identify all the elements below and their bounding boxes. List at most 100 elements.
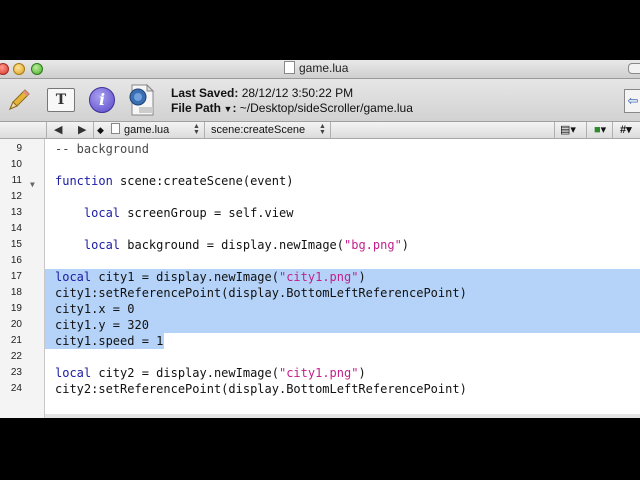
code-text: local background = display.newImage("bg.…	[55, 237, 409, 253]
code-line[interactable]: 11 ▼ function scene:createScene(event)	[0, 173, 640, 189]
last-saved-value: 28/12/12 3:50:22 PM	[241, 86, 354, 100]
line-number: 19	[10, 303, 22, 314]
text-options-icon: T	[55, 92, 67, 108]
code-text: local city2 = display.newImage("city1.pn…	[55, 365, 366, 381]
code-keyword: local	[83, 206, 121, 220]
code-line[interactable]: 24 city2:setReferencePoint(display.Bottom…	[0, 381, 640, 397]
previous-arrow-icon[interactable]: ◀	[54, 123, 62, 137]
line-number: 14	[10, 223, 22, 234]
markers-menu-icon[interactable]: ▤▾	[560, 123, 576, 137]
function-popup[interactable]: scene:createScene	[211, 123, 305, 137]
document-icon	[111, 123, 120, 134]
code-keyword: function	[55, 174, 113, 188]
code-string: "bg.png"	[344, 238, 402, 252]
code-keyword: local	[55, 270, 92, 284]
code-token: )	[401, 238, 410, 252]
code-token: city1.speed = 1	[55, 334, 164, 348]
file-popup-label: game.lua	[124, 124, 170, 136]
includes-menu-icon[interactable]: #▾	[620, 123, 632, 137]
close-window-button[interactable]	[0, 63, 9, 75]
file-path-value: ~/Desktop/sideScroller/game.lua	[239, 101, 413, 115]
window-title: game.lua	[284, 61, 348, 75]
lua-file-icon	[127, 83, 157, 117]
code-line[interactable]: 15 local background = display.newImage("…	[0, 237, 640, 253]
code-comment: -- background	[55, 142, 149, 156]
toolbar: T i Last Saved: 28/12/12 3:50:22 PM File…	[0, 79, 640, 122]
code-line[interactable]: 17 local city1 = display.newImage("city1.…	[0, 269, 640, 285]
line-number: 18	[10, 287, 22, 298]
file-path-menu[interactable]: File Path	[171, 101, 221, 115]
line-number: 9	[16, 143, 22, 154]
code-line[interactable]: 14	[0, 221, 640, 237]
code-keyword: local	[55, 366, 92, 380]
code-editor[interactable]: 9 -- background 10 11 ▼ function scene:create…	[0, 139, 640, 418]
code-token: city1 = display.newImage(	[91, 270, 279, 284]
info-button[interactable]: i	[89, 87, 115, 113]
line-number: 11	[11, 175, 22, 186]
line-number: 12	[10, 191, 22, 202]
toolbar-toggle-button[interactable]	[628, 63, 640, 74]
code-keyword: local	[83, 238, 121, 252]
code-line[interactable]: 16	[0, 253, 640, 269]
code-token: )	[358, 270, 366, 284]
info-icon: i	[98, 90, 106, 109]
code-line[interactable]: 22	[0, 349, 640, 365]
divider	[330, 122, 331, 138]
line-number: 22	[10, 351, 22, 362]
line-number: 21	[10, 335, 22, 346]
divider	[93, 122, 94, 138]
updown-arrows-icon: ▲ ▼	[193, 123, 200, 136]
back-arrow-button[interactable]: ⇦	[624, 89, 640, 113]
code-text: -- background	[55, 141, 149, 157]
code-line[interactable]: 21 city1.speed = 1	[0, 333, 640, 349]
code-text: city2:setReferencePoint(display.BottomLe…	[55, 381, 467, 397]
line-number: 17	[10, 271, 22, 282]
divider	[46, 122, 47, 138]
code-text: city1.speed = 1	[55, 333, 163, 349]
navigation-bar: ◀ ▶ ◆ game.lua ▲ ▼ scene:createScene ▲ ▼ ▤…	[0, 122, 640, 139]
zoom-window-button[interactable]	[31, 63, 43, 75]
line-number: 10	[10, 159, 22, 170]
code-text: city1:setReferencePoint(display.BottomLe…	[55, 285, 467, 301]
line-number: 15	[10, 239, 22, 250]
line-number: 23	[10, 367, 22, 378]
code-text: local city1 = display.newImage("city1.pn…	[55, 269, 366, 285]
code-line[interactable]: 23 local city2 = display.newImage("city1.…	[0, 365, 640, 381]
line-number: 16	[10, 255, 22, 266]
file-metadata: Last Saved: 28/12/12 3:50:22 PM File Pat…	[171, 86, 413, 115]
code-text: city1.y = 320	[55, 317, 149, 333]
updown-arrows-icon: ▲ ▼	[319, 123, 326, 136]
line-number: 20	[10, 319, 22, 330]
next-arrow-icon[interactable]: ▶	[78, 123, 86, 137]
code-line[interactable]: 9 -- background	[0, 141, 640, 157]
diamond-icon[interactable]: ◆	[97, 123, 104, 137]
code-line[interactable]: 10	[0, 157, 640, 173]
code-line[interactable]: 18 city1:setReferencePoint(display.Bottom…	[0, 285, 640, 301]
code-token: city1.y = 320	[55, 318, 149, 332]
code-line[interactable]: 19 city1.x = 0	[0, 301, 640, 317]
code-token: city2:setReferencePoint(display.BottomLe…	[55, 382, 467, 396]
counterparts-menu-icon[interactable]: ■▾	[594, 123, 606, 137]
code-string: "city1.png"	[278, 270, 359, 284]
divider	[204, 122, 205, 138]
minimize-window-button[interactable]	[13, 63, 25, 75]
code-line[interactable]: 20 city1.y = 320	[0, 317, 640, 333]
code-token: screenGroup = self.view	[120, 206, 294, 220]
pencil-icon[interactable]	[6, 87, 32, 113]
code-string: "city1.png"	[278, 366, 359, 380]
function-popup-label: scene:createScene	[211, 124, 306, 136]
horizontal-scrollbar[interactable]	[45, 414, 640, 418]
line-number: 13	[10, 207, 22, 218]
editor-window: game.lua T i Last Saved: 28/12/12 3:50:2…	[0, 60, 640, 418]
file-popup[interactable]: game.lua	[111, 123, 169, 137]
title-bar: game.lua	[0, 60, 640, 79]
text-options-button[interactable]: T	[47, 88, 75, 112]
code-line[interactable]: 12	[0, 189, 640, 205]
code-line[interactable]: 13 local screenGroup = self.view	[0, 205, 640, 221]
divider	[554, 122, 555, 138]
chevron-down-icon[interactable]: ▼	[221, 104, 233, 114]
code-token: city1:setReferencePoint(display.BottomLe…	[55, 286, 467, 300]
code-token: scene:createScene(event)	[112, 174, 294, 188]
document-icon	[284, 61, 295, 74]
